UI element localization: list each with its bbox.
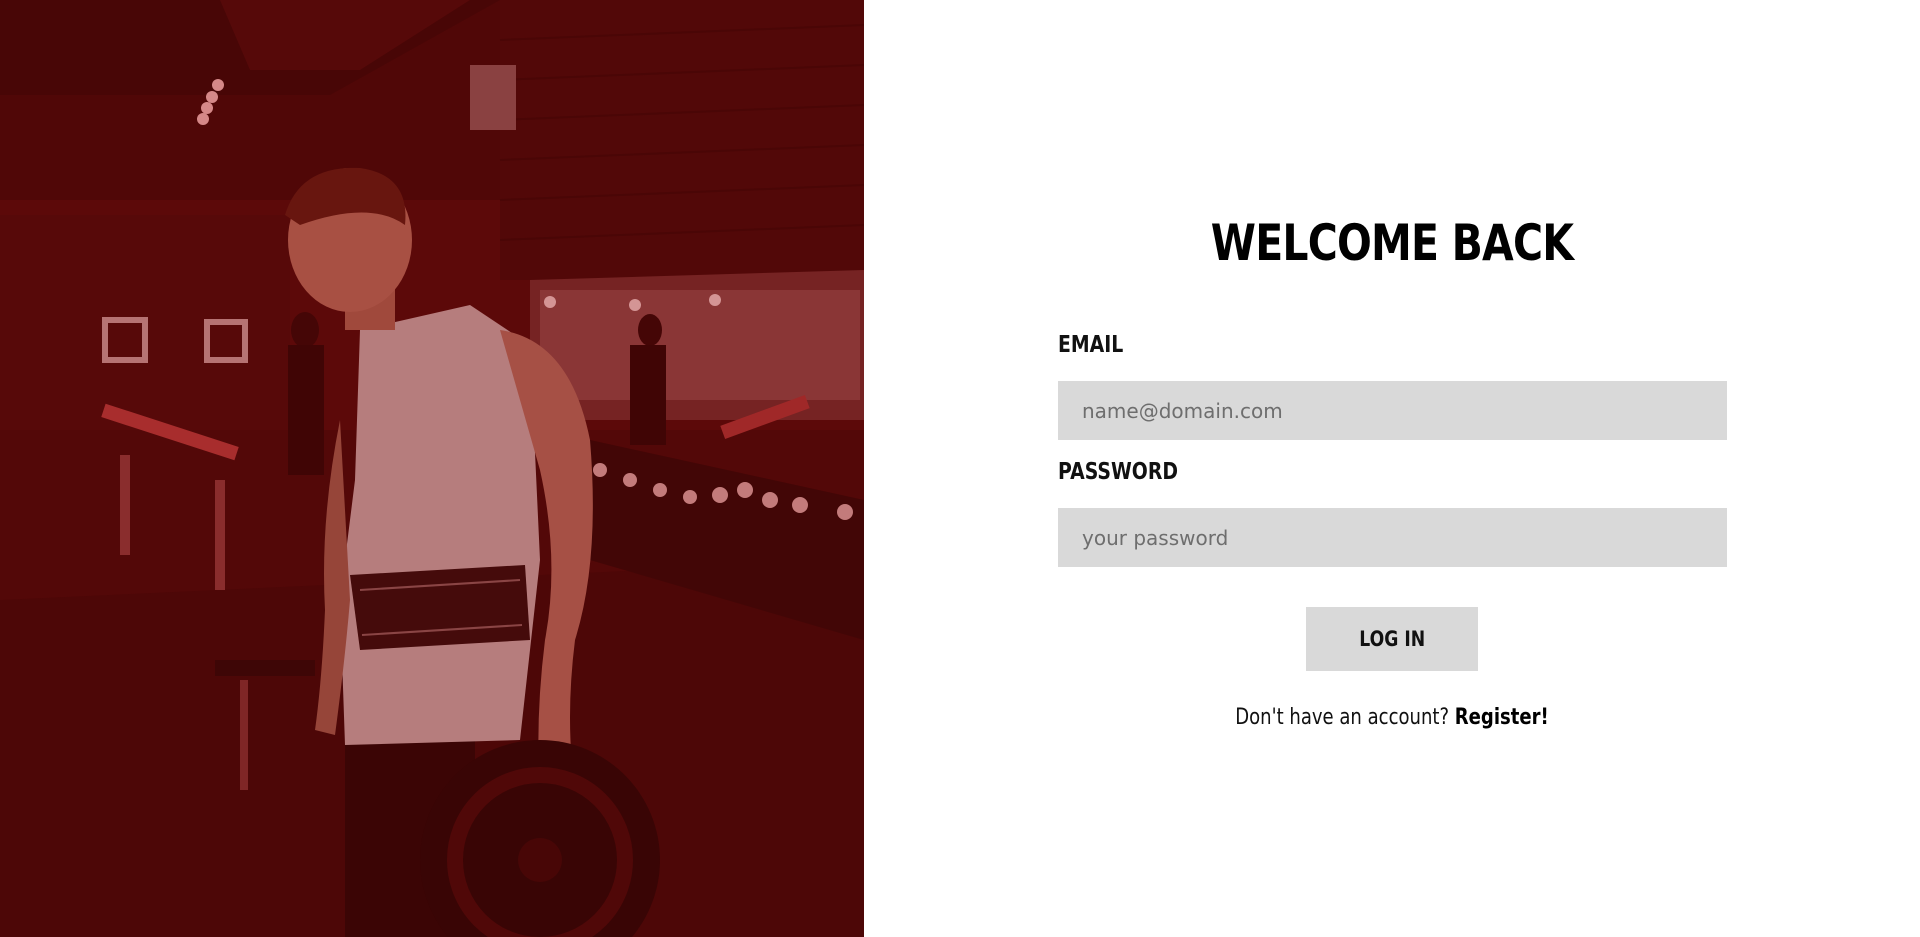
page-title: WELCOME BACK bbox=[1210, 214, 1574, 272]
password-input[interactable] bbox=[1058, 508, 1727, 567]
register-prompt-row: Don't have an account? Register! bbox=[959, 705, 1825, 730]
login-button[interactable]: LOG IN bbox=[1306, 607, 1478, 671]
hero-image bbox=[0, 0, 864, 937]
email-input[interactable] bbox=[1058, 381, 1727, 440]
password-label: PASSWORD bbox=[1058, 459, 1179, 485]
login-button-label: LOG IN bbox=[1359, 627, 1425, 651]
email-label: EMAIL bbox=[1058, 332, 1124, 358]
login-page: WELCOME BACK EMAIL PASSWORD LOG IN Don't… bbox=[0, 0, 1920, 937]
register-prompt-text: Don't have an account? bbox=[1235, 705, 1450, 730]
login-panel: WELCOME BACK EMAIL PASSWORD LOG IN Don't… bbox=[864, 0, 1920, 937]
gym-photo-illustration bbox=[0, 0, 864, 937]
register-link[interactable]: Register! bbox=[1455, 705, 1549, 730]
